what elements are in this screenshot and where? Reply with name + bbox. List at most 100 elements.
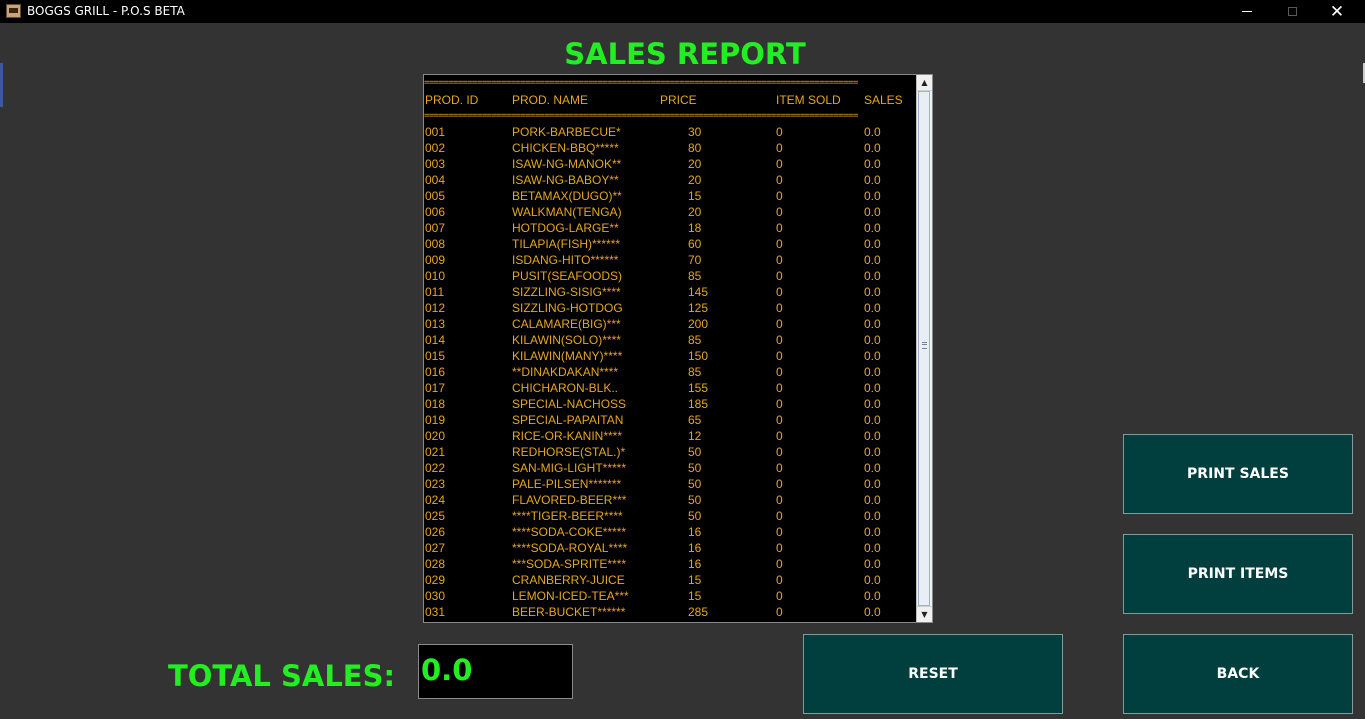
row-prod-id: 009 [425, 253, 446, 267]
header-sales: SALES [864, 93, 903, 107]
row-prod-name: ISAW-NG-MANOK** [512, 157, 622, 171]
row-prod-name: PALE-PILSEN******* [512, 477, 622, 491]
row-item-sold: 0 [776, 141, 783, 155]
row-prod-name: PORK-BARBECUE* [512, 125, 621, 139]
window-title: BOGGS GRILL - P.O.S BETA [27, 4, 185, 18]
row-prod-name: CHICHARON-BLK.. [512, 381, 619, 395]
table-row: 004 ISAW-NG-BABOY** 20 0 0.0 [424, 172, 917, 188]
report-scrollbar[interactable]: ▲ ▼ [916, 75, 932, 622]
close-button[interactable]: ✕ [1314, 0, 1360, 23]
row-item-sold: 0 [776, 381, 783, 395]
row-sales: 0.0 [864, 269, 881, 283]
row-prod-id: 017 [425, 381, 446, 395]
row-price: 200 [688, 317, 709, 331]
row-item-sold: 0 [776, 365, 783, 379]
table-row: 028 ***SODA-SPRITE**** 16 0 0.0 [424, 556, 917, 572]
row-price: 20 [688, 205, 702, 219]
scroll-thumb[interactable] [918, 91, 930, 606]
row-prod-name: ISDANG-HITO****** [512, 253, 619, 267]
row-prod-id: 007 [425, 221, 446, 235]
row-sales: 0.0 [864, 301, 881, 315]
table-row: 010 PUSIT(SEAFOODS) 85 0 0.0 [424, 268, 917, 284]
row-item-sold: 0 [776, 301, 783, 315]
row-sales: 0.0 [864, 285, 881, 299]
row-prod-name: **DINAKDAKAN**** [512, 365, 619, 379]
grip-icon [922, 342, 927, 349]
row-prod-name: SIZZLING-SISIG**** [512, 285, 621, 299]
row-item-sold: 0 [776, 333, 783, 347]
table-row: 018 SPECIAL-NACHOSS 185 0 0.0 [424, 396, 917, 412]
row-item-sold: 0 [776, 509, 783, 523]
row-prod-id: 010 [425, 269, 446, 283]
row-sales: 0.0 [864, 605, 881, 619]
row-prod-id: 003 [425, 157, 446, 171]
row-item-sold: 0 [776, 429, 783, 443]
print-sales-button[interactable]: PRINT SALES [1123, 434, 1353, 514]
row-prod-id: 027 [425, 541, 446, 555]
scroll-down-button[interactable]: ▼ [917, 606, 932, 622]
row-price: 16 [688, 557, 702, 571]
row-sales: 0.0 [864, 365, 881, 379]
table-row: 027 ****SODA-ROYAL**** 16 0 0.0 [424, 540, 917, 556]
row-prod-name: CRANBERRY-JUICE [512, 573, 625, 587]
row-sales: 0.0 [864, 397, 881, 411]
row-prod-name: CALAMARE(BIG)*** [512, 317, 621, 331]
table-row: 012 SIZZLING-HOTDOG 125 0 0.0 [424, 300, 917, 316]
row-sales: 0.0 [864, 125, 881, 139]
table-row: 016 **DINAKDAKAN**** 85 0 0.0 [424, 364, 917, 380]
row-prod-name: KILAWIN(MANY)**** [512, 349, 623, 363]
reset-button[interactable]: RESET [803, 634, 1063, 714]
row-item-sold: 0 [776, 413, 783, 427]
row-price: 50 [688, 509, 702, 523]
scroll-up-button[interactable]: ▲ [917, 75, 932, 91]
row-item-sold: 0 [776, 445, 783, 459]
row-prod-id: 018 [425, 397, 446, 411]
row-price: 65 [688, 413, 702, 427]
arrow-up-icon: ▲ [921, 78, 928, 87]
row-price: 145 [688, 285, 709, 299]
row-item-sold: 0 [776, 493, 783, 507]
row-item-sold: 0 [776, 221, 783, 235]
row-item-sold: 0 [776, 525, 783, 539]
maximize-button[interactable] [1269, 0, 1315, 23]
back-button[interactable]: BACK [1123, 634, 1353, 714]
row-sales: 0.0 [864, 381, 881, 395]
table-row: 009 ISDANG-HITO****** 70 0 0.0 [424, 252, 917, 268]
row-price: 125 [688, 301, 709, 315]
table-row: 013 CALAMARE(BIG)*** 200 0 0.0 [424, 316, 917, 332]
row-sales: 0.0 [864, 461, 881, 475]
sales-report-text[interactable]: ========================================… [424, 75, 917, 622]
row-price: 20 [688, 173, 702, 187]
print-items-button[interactable]: PRINT ITEMS [1123, 534, 1353, 614]
row-price: 155 [688, 381, 709, 395]
table-row: 020 RICE-OR-KANIN**** 12 0 0.0 [424, 428, 917, 444]
row-price: 85 [688, 365, 702, 379]
row-prod-id: 023 [425, 477, 446, 491]
row-sales: 0.0 [864, 205, 881, 219]
table-row: 007 HOTDOG-LARGE** 18 0 0.0 [424, 220, 917, 236]
minimize-button[interactable] [1224, 0, 1270, 23]
total-sales-field[interactable]: 0.0 [418, 644, 573, 699]
table-row: 015 KILAWIN(MANY)**** 150 0 0.0 [424, 348, 917, 364]
row-price: 80 [688, 141, 702, 155]
table-row: 014 KILAWIN(SOLO)**** 85 0 0.0 [424, 332, 917, 348]
table-row: 006 WALKMAN(TENGA) 20 0 0.0 [424, 204, 917, 220]
sales-report-area[interactable]: ========================================… [423, 74, 933, 623]
row-prod-id: 014 [425, 333, 446, 347]
row-price: 15 [688, 189, 702, 203]
row-prod-name: REDHORSE(STAL.)* [512, 445, 626, 459]
table-row: 029 CRANBERRY-JUICE 15 0 0.0 [424, 572, 917, 588]
minimize-icon [1242, 11, 1252, 12]
row-item-sold: 0 [776, 173, 783, 187]
row-prod-id: 008 [425, 237, 446, 251]
arrow-down-icon: ▼ [921, 610, 928, 619]
row-price: 50 [688, 461, 702, 475]
separator-line: ========================================… [424, 111, 858, 121]
table-row: 031 BEER-BUCKET****** 285 0 0.0 [424, 604, 917, 620]
row-prod-name: LEMON-ICED-TEA*** [512, 589, 629, 603]
row-prod-id: 030 [425, 589, 446, 603]
maximize-icon [1287, 7, 1297, 16]
row-prod-name: HOTDOG-LARGE** [512, 221, 619, 235]
row-sales: 0.0 [864, 349, 881, 363]
row-item-sold: 0 [776, 205, 783, 219]
